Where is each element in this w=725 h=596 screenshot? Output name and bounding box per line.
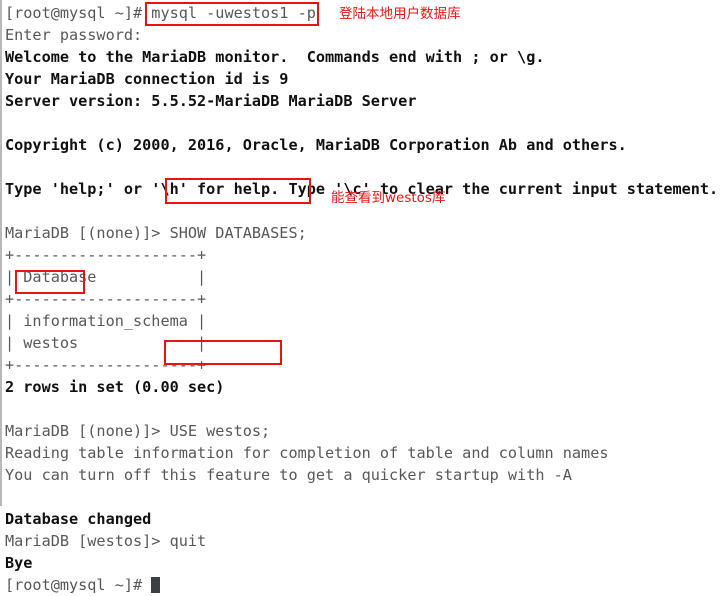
table-row: | westos | — [5, 334, 207, 352]
terminal-line: Reading table information for completion… — [5, 444, 609, 462]
terminal-line-show-databases: MariaDB [(none)]> SHOW DATABASES; — [5, 224, 307, 242]
terminal-line: Welcome to the MariaDB monitor. Commands… — [5, 48, 545, 66]
annotation-login-db: 登陆本地用户数据库 — [339, 6, 461, 22]
row-count-text: 2 rows in set (0.00 sec) — [5, 378, 225, 396]
terminal-line: Enter password: — [5, 26, 143, 44]
terminal-prompt-line[interactable]: [root@mysql ~]# — [5, 574, 725, 596]
terminal-line: Your MariaDB connection id is 9 — [5, 70, 289, 88]
terminal-line: Server version: 5.5.52-MariaDB MariaDB S… — [5, 92, 417, 110]
text-cursor — [151, 577, 161, 593]
terminal-line-bye: Bye — [5, 554, 33, 572]
terminal-line: You can turn off this feature to get a q… — [5, 466, 572, 484]
terminal-line-use-westos: MariaDB [(none)]> USE westos; — [5, 422, 271, 440]
table-border-bottom: +--------------------+ — [5, 356, 207, 374]
terminal-line-quit: MariaDB [westos]> quit — [5, 532, 207, 550]
table-border-mid: +--------------------+ — [5, 290, 207, 308]
table-header-row: | Database | — [5, 268, 207, 286]
terminal-line-database-changed: Database changed — [5, 510, 152, 528]
shell-prompt: [root@mysql ~]# — [5, 576, 152, 594]
terminal-line: Copyright (c) 2000, 2016, Oracle, MariaD… — [5, 136, 627, 154]
annotation-see-westos-db: 能查看到westos库 — [331, 190, 446, 206]
table-border-top: +--------------------+ — [5, 246, 207, 264]
terminal-window[interactable]: [root@mysql ~]# mysql -uwestos1 -p Enter… — [0, 0, 725, 594]
table-row: | information_schema | — [5, 312, 207, 330]
